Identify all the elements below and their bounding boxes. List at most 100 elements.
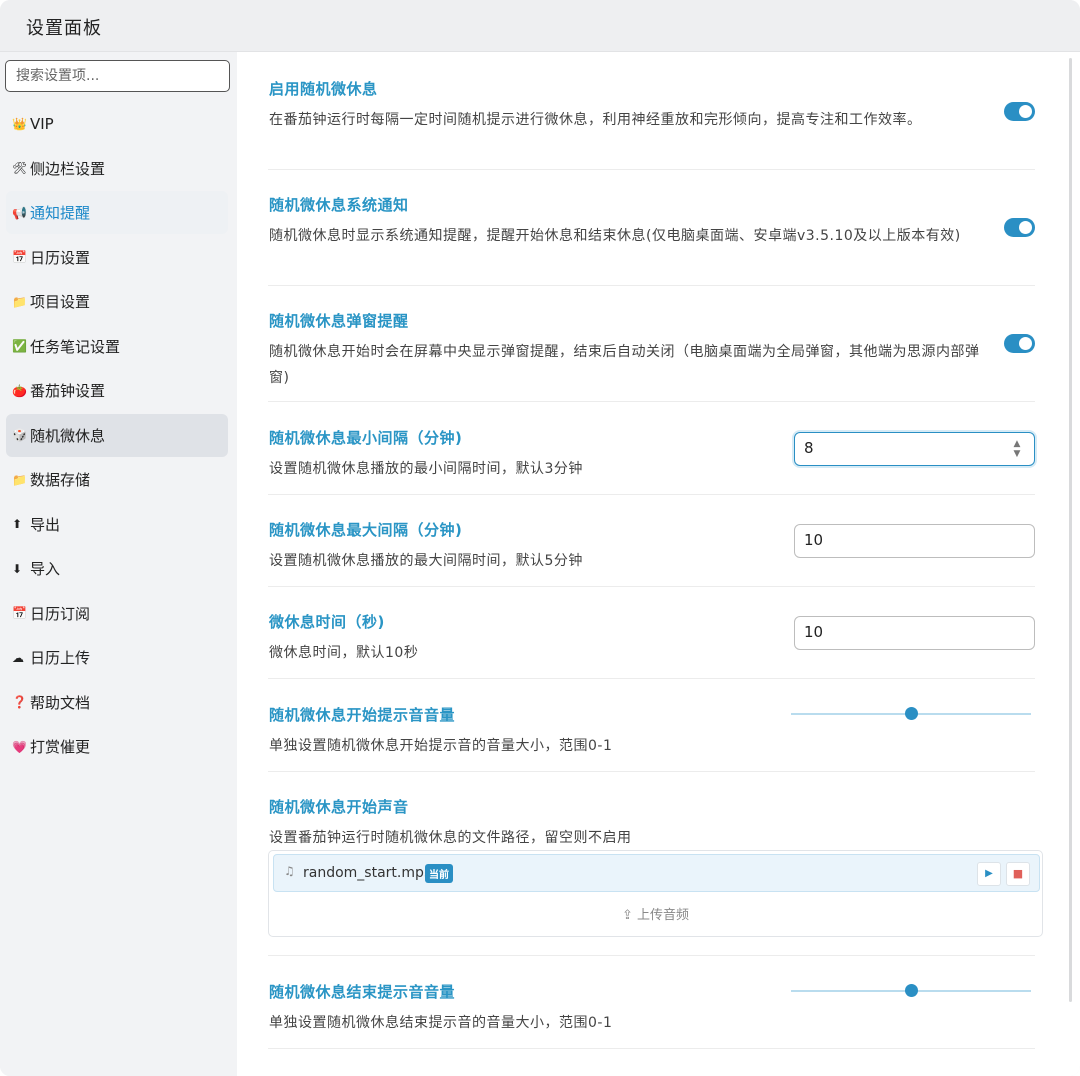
upload-icon: ⇪ [621, 908, 633, 923]
setting-description: 单独设置随机微休息结束提示音的音量大小，范围0-1 [269, 1015, 613, 1031]
audio-file-name: random_start.mp3 [303, 865, 433, 881]
sidebar: 👑 VIP 🛠 侧边栏设置 📢 通知提醒 📅 日历设置 📁 项目设置 ✅ [0, 52, 237, 1076]
settings-window: 设置面板 👑 VIP 🛠 侧边栏设置 📢 通知提醒 📅 日历设置 📁 [0, 0, 1080, 1076]
duration-input[interactable]: 10 [794, 616, 1035, 650]
sidebar-item-label: 日历订阅 [30, 604, 91, 623]
sidebar-item-calendar-settings[interactable]: 📅 日历设置 [6, 236, 228, 279]
sidebar-item-label: 通知提醒 [30, 204, 91, 222]
search-input[interactable] [5, 60, 230, 92]
setting-system-notification: 随机微休息系统通知 随机微休息时显示系统通知提醒，提醒开始休息和结束休息(仅电脑… [268, 194, 1035, 286]
sidebar-item-help[interactable]: ❓ 帮助文档 [6, 681, 228, 724]
setting-title: 随机微休息结束提示音音量 [269, 983, 456, 1001]
audio-file-row: ♫ random_start.mp3 当前 ▶ ■ [273, 854, 1040, 892]
start-volume-slider[interactable] [791, 707, 1031, 721]
setting-title: 随机微休息最大间隔（分钟) [269, 521, 463, 539]
upload-audio-button[interactable]: ⇪ 上传音频 [269, 904, 1042, 923]
tools-icon: 🛠 [12, 161, 28, 175]
setting-title: 启用随机微休息 [269, 80, 378, 98]
sidebar-item-label: 随机微休息 [30, 426, 106, 445]
arrow-down-icon: ⬇ [12, 561, 23, 576]
sidebar-item-label: 侧边栏设置 [30, 159, 106, 178]
setting-description: 随机微休息开始时会在屏幕中央显示弹窗提醒，结束后自动关闭（电脑桌面端为全局弹窗，… [269, 344, 980, 386]
setting-title: 微休息时间（秒) [269, 613, 385, 631]
sidebar-item-label: 数据存储 [30, 471, 91, 489]
setting-popup-reminder: 随机微休息弹窗提醒 随机微休息开始时会在屏幕中央显示弹窗提醒，结束后自动关闭（电… [268, 310, 1035, 402]
heart-icon: 💗 [12, 739, 27, 754]
setting-max-interval: 随机微休息最大间隔（分钟) 设置随机微休息播放的最大间隔时间，默认5分钟 10 [268, 519, 1035, 587]
folder-icon: 📁 [12, 472, 27, 487]
slider-thumb[interactable] [905, 707, 918, 720]
setting-title: 随机微休息开始提示音音量 [269, 706, 456, 724]
setting-break-duration: 微休息时间（秒) 微休息时间，默认10秒 10 [268, 611, 1035, 679]
sidebar-item-calendar-upload[interactable]: ☁ 日历上传 [6, 636, 228, 679]
setting-description: 设置随机微休息播放的最小间隔时间，默认3分钟 [269, 461, 583, 477]
setting-start-volume: 随机微休息开始提示音音量 单独设置随机微休息开始提示音的音量大小，范围0-1 [268, 704, 1035, 772]
title-bar: 设置面板 [0, 0, 1080, 52]
setting-enable-random-break: 启用随机微休息 在番茄钟运行时每隔一定时间随机提示进行微休息，利用神经重放和完形… [268, 78, 1035, 170]
sidebar-item-data-storage[interactable]: 📁 数据存储 [6, 458, 228, 501]
sidebar-item-label: 项目设置 [30, 293, 91, 311]
setting-description: 在番茄钟运行时每隔一定时间随机提示进行微休息，利用神经重放和完形倾向，提高专注和… [269, 112, 922, 128]
cloud-icon: ☁ [12, 650, 24, 665]
setting-title: 随机微休息系统通知 [269, 196, 409, 214]
question-icon: ❓ [12, 695, 27, 709]
music-note-icon: ♫ [284, 864, 295, 878]
setting-start-sound: 随机微休息开始声音 设置番茄钟运行时随机微休息的文件路径，留空则不启用 ♫ ra… [268, 796, 1043, 956]
enable-toggle[interactable] [1004, 102, 1035, 121]
sidebar-item-notifications[interactable]: 📢 通知提醒 [6, 191, 228, 234]
sidebar-item-label: 导出 [30, 515, 61, 534]
setting-title: 随机微休息弹窗提醒 [269, 312, 409, 330]
setting-description: 随机微休息时显示系统通知提醒，提醒开始休息和结束休息(仅电脑桌面端、安卓端v3.… [269, 228, 961, 244]
sidebar-nav: 👑 VIP 🛠 侧边栏设置 📢 通知提醒 📅 日历设置 📁 项目设置 ✅ 任务笔… [6, 102, 228, 770]
sidebar-item-sidebar-settings[interactable]: 🛠 侧边栏设置 [6, 147, 228, 190]
sidebar-item-label: 日历设置 [30, 248, 91, 267]
setting-description: 设置番茄钟运行时随机微休息的文件路径，留空则不启用 [269, 830, 632, 846]
sidebar-item-import[interactable]: ⬇ 导入 [6, 547, 228, 590]
sidebar-item-task-notes[interactable]: ✅ 任务笔记设置 [6, 325, 228, 368]
setting-description: 单独设置随机微休息开始提示音的音量大小，范围0-1 [269, 738, 613, 754]
dice-icon: 🎲 [12, 428, 27, 442]
slider-thumb[interactable] [905, 984, 918, 997]
sidebar-item-project-settings[interactable]: 📁 项目设置 [6, 280, 228, 323]
sidebar-item-label: 帮助文档 [30, 693, 91, 712]
scrollbar[interactable] [1069, 58, 1072, 1002]
sidebar-item-label: 番茄钟设置 [30, 382, 106, 400]
sidebar-item-donate[interactable]: 💗 打赏催更 [6, 725, 228, 768]
end-volume-slider[interactable] [791, 984, 1031, 998]
min-interval-input[interactable]: 8 ▲ ▼ [794, 432, 1035, 466]
sidebar-item-export[interactable]: ⬆ 导出 [6, 503, 228, 546]
arrow-up-icon: ⬆ [12, 517, 23, 531]
delete-button[interactable]: ■ [1006, 862, 1030, 886]
setting-end-volume: 随机微休息结束提示音音量 单独设置随机微休息结束提示音的音量大小，范围0-1 [268, 981, 1035, 1049]
megaphone-icon: 📢 [12, 205, 27, 220]
number-stepper[interactable]: ▲ ▼ [1012, 439, 1022, 459]
setting-title: 随机微休息最小间隔（分钟) [269, 429, 463, 447]
sidebar-item-vip[interactable]: 👑 VIP [6, 102, 228, 145]
crown-icon: 👑 [12, 116, 27, 131]
audio-file-box: ♫ random_start.mp3 当前 ▶ ■ ⇪ 上传音频 [268, 850, 1043, 937]
setting-description: 设置随机微休息播放的最大间隔时间，默认5分钟 [269, 553, 583, 569]
sidebar-item-calendar-subscribe[interactable]: 📅 日历订阅 [6, 592, 228, 635]
max-interval-input[interactable]: 10 [794, 524, 1035, 558]
notify-toggle[interactable] [1004, 218, 1035, 237]
sidebar-item-label: 日历上传 [30, 649, 91, 667]
trash-icon: ■ [1012, 867, 1024, 880]
setting-title: 随机微休息开始声音 [269, 798, 409, 816]
max-interval-value: 10 [804, 531, 824, 549]
play-button[interactable]: ▶ [977, 862, 1001, 886]
settings-content: 启用随机微休息 在番茄钟运行时每隔一定时间随机提示进行微休息，利用神经重放和完形… [237, 52, 1080, 1076]
duration-value: 10 [804, 623, 824, 641]
sidebar-item-random-break[interactable]: 🎲 随机微休息 [6, 413, 228, 457]
current-badge: 当前 [425, 864, 453, 883]
tomato-icon: 🍅 [12, 383, 27, 398]
sidebar-item-label: VIP [30, 114, 54, 133]
upload-audio-label: 上传音频 [637, 908, 690, 923]
sidebar-item-label: 任务笔记设置 [30, 337, 121, 356]
window-title: 设置面板 [26, 18, 102, 39]
folder-icon: 📁 [12, 294, 27, 309]
calendar-icon: 📅 [12, 606, 27, 620]
popup-toggle[interactable] [1004, 334, 1035, 353]
sidebar-item-pomodoro[interactable]: 🍅 番茄钟设置 [6, 369, 228, 412]
setting-description: 微休息时间，默认10秒 [269, 645, 419, 661]
calendar-icon: 📅 [12, 250, 27, 264]
